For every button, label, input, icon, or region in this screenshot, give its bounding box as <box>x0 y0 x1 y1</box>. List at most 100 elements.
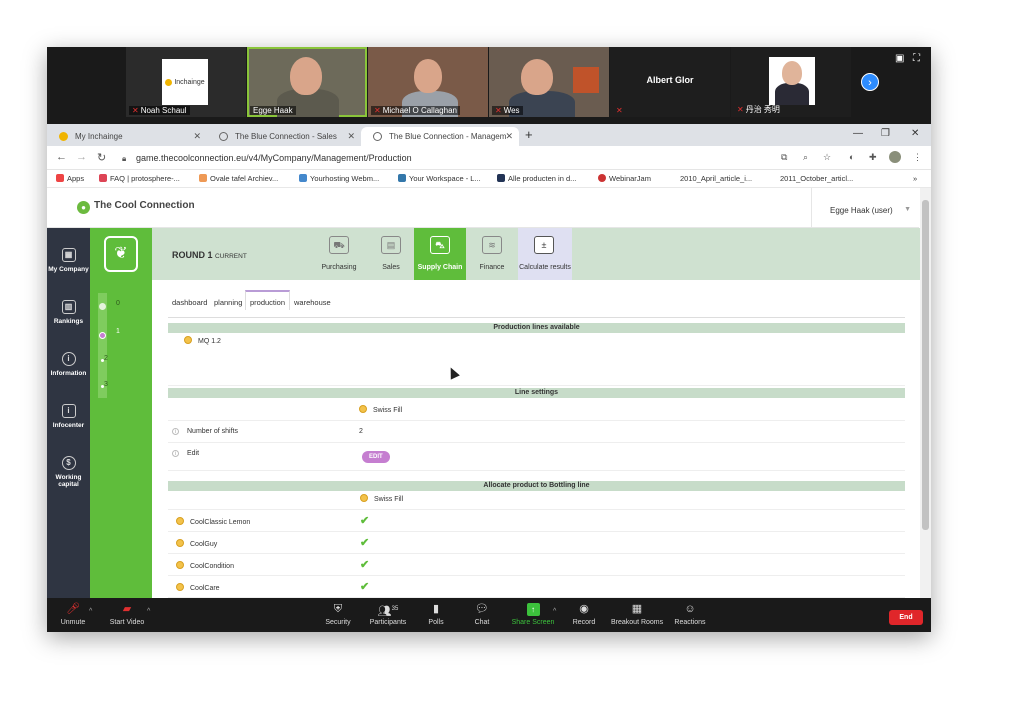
shield-icon: ⛨ <box>333 603 343 615</box>
subtab-production[interactable]: production <box>245 290 291 310</box>
more-bookmarks-icon[interactable]: » <box>913 174 917 183</box>
participant-tile[interactable]: Albert Glor ✕ <box>610 47 730 117</box>
brand-logo[interactable]: ● The Cool Connection <box>77 200 195 214</box>
sidebar-item-infocenter[interactable]: i Infocenter <box>47 398 90 448</box>
smiley-icon: ☺ <box>684 603 696 615</box>
minimize-icon[interactable]: — <box>853 128 863 139</box>
section-header: Production lines available <box>168 323 905 333</box>
end-meeting-button[interactable]: End <box>889 610 923 625</box>
more-menu-icon[interactable]: ⋮ <box>913 152 922 163</box>
breakout-rooms-button[interactable]: ▦ Breakout Rooms <box>611 603 663 626</box>
record-button[interactable]: ◉ Record <box>571 603 597 626</box>
extension-icon[interactable]: ◐ <box>849 152 854 162</box>
fullscreen-icon[interactable]: ⛶ <box>913 53 920 64</box>
bookmark-item[interactable]: WebinarJam <box>598 174 651 183</box>
chevron-up-icon[interactable]: ^ <box>147 608 150 615</box>
tab-sales[interactable]: ▤ Sales <box>365 228 417 280</box>
product-row[interactable]: CoolGuy ✔ <box>168 532 905 554</box>
production-line-row[interactable]: MQ 1.2 <box>168 334 905 386</box>
lightbulb-icon <box>176 517 184 525</box>
tab-blue-connection-sales[interactable]: The Blue Connection - Sales ✕ <box>207 127 361 146</box>
view-layout-icon[interactable]: ▣ <box>895 53 904 64</box>
share-screen-button[interactable]: ↑ Share Screen <box>511 603 555 626</box>
checkmark-icon[interactable]: ✔ <box>360 580 369 593</box>
new-tab-button[interactable]: + <box>525 127 533 142</box>
page-scrollbar[interactable] <box>920 188 931 598</box>
lightbulb-icon <box>359 405 367 413</box>
subtab-warehouse[interactable]: warehouse <box>290 294 335 310</box>
zoom-icon[interactable]: ⌕ <box>803 152 808 163</box>
scrollbar-thumb[interactable] <box>922 200 929 530</box>
tab-my-inchainge[interactable]: My Inchainge ✕ <box>47 127 207 146</box>
polls-button[interactable]: ▮ Polls <box>425 603 447 626</box>
translate-icon[interactable]: ⧉ <box>781 152 787 163</box>
bookmark-item[interactable]: Your Workspace - L... <box>398 174 481 183</box>
record-icon: ◉ <box>579 603 589 615</box>
chevron-up-icon[interactable]: ^ <box>553 608 556 615</box>
reload-icon[interactable]: ↻ <box>97 151 106 164</box>
checkmark-icon[interactable]: ✔ <box>360 536 369 549</box>
bookmark-star-icon[interactable]: ☆ <box>823 152 831 163</box>
round-label: 0 <box>116 300 120 307</box>
bookmark-item[interactable]: FAQ | protosphere-... <box>99 174 180 183</box>
subtab-dashboard[interactable]: dashboard <box>168 294 211 310</box>
bookmark-item[interactable]: 2011_October_articl... <box>780 174 853 183</box>
tab-purchasing[interactable]: ⛟ Purchasing <box>313 228 365 280</box>
round-selector: ❦ 0 1 2 3 <box>90 228 152 598</box>
checkmark-icon[interactable]: ✔ <box>360 514 369 527</box>
sidebar-item-information[interactable]: i Information <box>47 346 90 396</box>
chevron-up-icon[interactable]: ^ <box>89 608 92 615</box>
close-tab-icon[interactable]: ✕ <box>347 131 355 142</box>
tab-calculate-results[interactable]: ± Calculate results <box>518 228 572 280</box>
bookmark-apps[interactable]: Apps <box>56 174 84 183</box>
participant-tile-active[interactable]: Egge Haak <box>247 47 367 117</box>
participants-button[interactable]: 👥︎35 Participants <box>367 603 409 626</box>
round-indicator: ROUND 1 CURRENT <box>172 250 247 260</box>
meeting-toolbar: 🎤︎ Unmute ^ ▰ Start Video ^ ⛨ Security 👥︎35… <box>47 600 931 632</box>
sidebar-item-rankings[interactable]: ▥ Rankings <box>47 294 90 344</box>
checkmark-icon[interactable]: ✔ <box>360 558 369 571</box>
reactions-button[interactable]: ☺ Reactions <box>673 603 707 626</box>
close-window-icon[interactable]: ✕ <box>911 128 919 139</box>
security-button[interactable]: ⛨ Security <box>323 603 353 626</box>
user-menu[interactable]: Egge Haak (user) ▼ <box>811 188 919 228</box>
start-video-button[interactable]: ▰ Start Video <box>107 603 147 626</box>
tab-supply-chain[interactable]: ⛍ Supply Chain <box>414 228 466 280</box>
muted-mic-icon: ✕ <box>374 106 381 115</box>
subtab-planning[interactable]: planning <box>210 294 246 310</box>
product-row[interactable]: CoolCare ✔ <box>168 576 905 598</box>
chat-button[interactable]: 💬︎ Chat <box>471 603 493 626</box>
product-row[interactable]: CoolCondition ✔ <box>168 554 905 576</box>
back-icon[interactable]: ← <box>56 151 67 163</box>
close-tab-icon[interactable]: ✕ <box>193 131 201 142</box>
participant-tile[interactable]: ✕ Michael O Callaghan <box>368 47 488 117</box>
puzzle-icon[interactable]: ✚ <box>869 152 877 163</box>
sidebar-item-my-company[interactable]: ▦ My Company <box>47 242 90 292</box>
next-page-icon[interactable]: › <box>861 73 879 91</box>
tab-blue-connection-management[interactable]: The Blue Connection - Managem ✕ <box>361 127 519 146</box>
round-knob[interactable] <box>99 303 106 310</box>
sidebar-item-working-capital[interactable]: $ Working capital <box>47 450 90 510</box>
product-row[interactable]: CoolClassic Lemon ✔ <box>168 510 905 532</box>
bookmark-item[interactable]: Alle producten in d... <box>497 174 576 183</box>
participant-tile[interactable]: ✕ Wes <box>489 47 609 117</box>
profile-avatar[interactable] <box>889 151 901 163</box>
subtab-divider <box>168 317 905 318</box>
bookmark-item[interactable]: Ovale tafel Archiev... <box>199 174 278 183</box>
bookmark-item[interactable]: 2010_April_article_i... <box>680 174 752 183</box>
unmute-button[interactable]: 🎤︎ Unmute <box>57 603 89 626</box>
tab-finance[interactable]: ≋ Finance <box>466 228 518 280</box>
edit-button[interactable]: EDIT <box>362 451 390 463</box>
round-knob-current[interactable] <box>99 332 106 339</box>
forward-icon[interactable]: → <box>76 151 87 163</box>
close-tab-icon[interactable]: ✕ <box>505 131 513 142</box>
globe-icon <box>219 132 228 141</box>
participant-tile[interactable]: Inchainge ✕ Noah Schaul <box>126 47 246 117</box>
bookmark-item[interactable]: Yourhosting Webm... <box>299 174 379 183</box>
url-field[interactable]: 🔒︎ game.thecoolconnection.eu/v4/MyCompany… <box>112 149 802 167</box>
cards-icon: ▤ <box>381 236 401 254</box>
line-name: Swiss Fill <box>373 407 403 414</box>
round-label: 1 <box>116 328 120 335</box>
restore-icon[interactable]: ❐ <box>881 128 890 139</box>
participant-tile[interactable]: ✕ 丹治 秀明 <box>731 47 851 117</box>
